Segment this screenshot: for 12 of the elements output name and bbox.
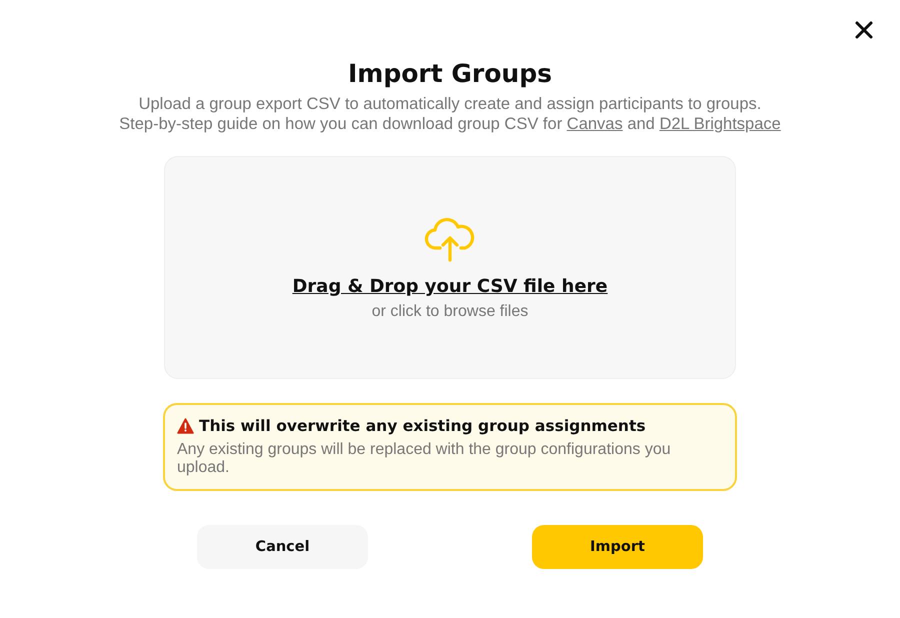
dialog-title: Import Groups bbox=[348, 58, 552, 90]
dropzone-hint: or click to browse files bbox=[372, 303, 528, 321]
dialog-description: Upload a group export CSV to automatically create and assign participants to groups. Step-by-step guide on how you can download group CSV for Canvas and D2L Brightspace bbox=[119, 94, 781, 134]
warning-title: This will overwrite any existing group assignments bbox=[199, 417, 646, 435]
guide-link[interactable]: Canvas bbox=[566, 115, 623, 133]
file-dropzone[interactable]: Drag & Drop your CSV file here or click to browse files bbox=[164, 156, 736, 379]
cancel-button[interactable]: Cancel bbox=[197, 525, 368, 569]
dropzone-heading: Drag & Drop your CSV file here bbox=[292, 276, 608, 297]
import-button[interactable]: Import bbox=[532, 525, 703, 569]
warning-message: Any existing groups will be replaced with the group configurations you upload. bbox=[177, 441, 672, 477]
warning-icon bbox=[177, 418, 194, 434]
guide-link[interactable]: D2L Brightspace bbox=[659, 115, 781, 133]
